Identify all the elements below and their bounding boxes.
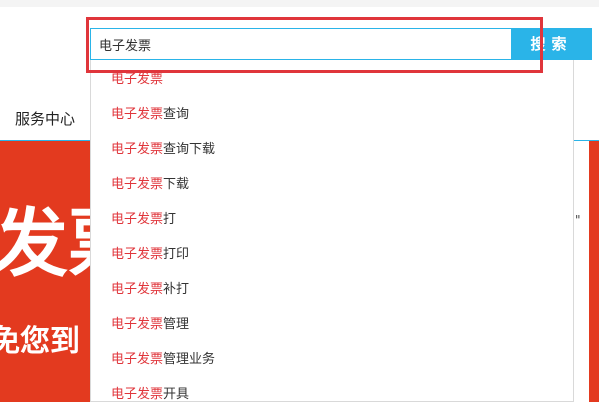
suggestion-keyword: 电子发票 xyxy=(111,247,164,262)
search-bar: 搜索 xyxy=(90,28,592,60)
suggestion-suffix: 打印 xyxy=(163,247,190,262)
suggestion-item[interactable]: 电子发票 xyxy=(111,72,163,88)
suggestion-keyword: 电子发票 xyxy=(111,177,164,192)
suggestion-suffix: 查询 xyxy=(163,107,190,122)
top-strip xyxy=(0,0,599,7)
suggestion-item[interactable]: 电子发票打印 xyxy=(111,247,189,263)
suggestion-keyword: 电子发票 xyxy=(111,352,164,367)
suggestion-suffix: 下载 xyxy=(163,177,190,192)
search-input[interactable] xyxy=(90,28,511,60)
suggestion-keyword: 电子发票 xyxy=(111,282,164,297)
suggestion-item[interactable]: 电子发票补打 xyxy=(111,282,189,298)
suggestion-suffix: 管理业务 xyxy=(163,352,216,367)
promo-banner-edge xyxy=(589,141,599,402)
suggestion-item[interactable]: 电子发票下载 xyxy=(111,177,189,193)
banner-subline: 免您到 xyxy=(0,324,80,359)
search-button[interactable]: 搜索 xyxy=(511,28,592,60)
suggestion-item[interactable]: 电子发票打 xyxy=(111,212,176,228)
suggestion-keyword: 电子发票 xyxy=(111,387,164,402)
suggestion-keyword: 电子发票 xyxy=(111,72,164,87)
background-peek-text: " xyxy=(575,213,581,227)
suggestion-keyword: 电子发票 xyxy=(111,107,164,122)
suggestion-keyword: 电子发票 xyxy=(111,142,164,157)
suggestion-suffix: 查询下载 xyxy=(163,142,216,157)
suggestion-item[interactable]: 电子发票管理业务 xyxy=(111,352,215,368)
suggestion-suffix: 管理 xyxy=(163,317,190,332)
promo-banner[interactable]: 发票 免您到 xyxy=(0,141,90,402)
suggestion-suffix: 补打 xyxy=(163,282,190,297)
suggestion-keyword: 电子发票 xyxy=(111,317,164,332)
suggestion-item[interactable]: 电子发票查询下载 xyxy=(111,142,215,158)
suggestion-item[interactable]: 电子发票管理 xyxy=(111,317,189,333)
nav-item-service-center[interactable]: 服务中心 xyxy=(15,108,75,129)
suggestion-item[interactable]: 电子发票开具 xyxy=(111,387,190,402)
banner-headline: 发票 xyxy=(0,201,90,287)
suggestion-keyword: 电子发票 xyxy=(111,212,164,227)
suggestion-suffix: 开具 xyxy=(163,387,190,402)
suggestion-item[interactable]: 电子发票查询 xyxy=(111,107,189,123)
suggestion-suffix: 打 xyxy=(163,212,177,227)
search-suggestion-dropdown: 电子发票 电子发票查询 电子发票查询下载 电子发票下载 电子发票打 电子发票打印… xyxy=(90,60,574,402)
